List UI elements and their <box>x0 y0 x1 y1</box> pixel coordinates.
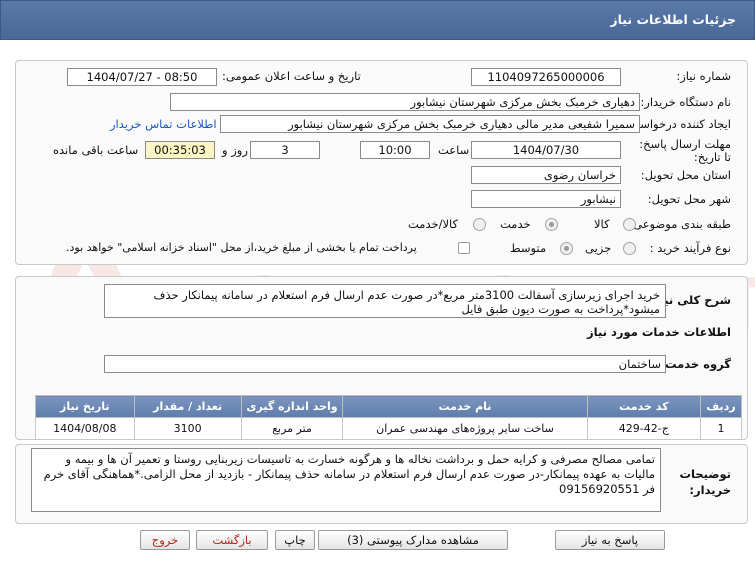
cell-service-code: ج-42-429 <box>586 417 702 440</box>
service-group-field: ساختمان <box>104 355 666 373</box>
buyer-org-field: دهیاری خرمبک بخش مرکزی شهرستان نیشابور <box>170 93 640 111</box>
province-field: خراسان رضوی <box>471 166 621 184</box>
requester-label: ایجاد کننده درخواست: <box>625 117 731 131</box>
exit-button[interactable]: خروج <box>140 530 190 550</box>
city-field: نیشابور <box>471 190 621 208</box>
print-button[interactable]: چاپ <box>275 530 315 550</box>
deadline-label: مهلت ارسال پاسخ: تا تاریخ: <box>639 137 731 164</box>
page-header: جزئیات اطلاعات نیاز <box>0 0 755 40</box>
table-row: 1 ج-42-429 ساخت سایر پروژه‌های مهندسی عم… <box>35 417 742 440</box>
deadline-date-field: 1404/07/30 <box>471 141 621 159</box>
category-option-goods: کالا <box>594 217 610 231</box>
cell-unit: متر مربع <box>240 417 344 440</box>
category-option-goods-service: کالا/خدمت <box>408 217 459 231</box>
province-label: استان محل تحویل: <box>640 168 731 182</box>
col-header-quantity: تعداد / مقدار <box>133 395 242 418</box>
service-group-label: گروه خدمت: <box>660 357 731 371</box>
services-table: ردیف کد خدمت نام خدمت واحد اندازه گیری ت… <box>35 395 742 440</box>
cell-need-date: 1404/08/08 <box>35 417 135 440</box>
general-description-box: خرید اجرای زیرسازی آسفالت 3100متر مربع*د… <box>104 284 666 318</box>
category-option-service: خدمت <box>500 217 531 231</box>
days-field: 3 <box>250 141 320 159</box>
need-number-label: شماره نیاز: <box>676 69 731 83</box>
process-option-medium: متوسط <box>510 241 547 255</box>
treasury-payment-note: پرداخت تمام یا بخشی از مبلغ خرید،از محل … <box>66 241 417 254</box>
category-radio-goods[interactable] <box>623 218 636 231</box>
need-number-field: 1104097265000006 <box>471 68 621 86</box>
col-header-row-no: ردیف <box>700 395 742 418</box>
buyer-contact-link[interactable]: اطلاعات تماس خریدار <box>110 117 217 131</box>
days-label: روز و <box>222 143 248 157</box>
announce-datetime-label: تاریخ و ساعت اعلان عمومی: <box>222 69 361 83</box>
process-option-minor: جزیی <box>585 241 612 255</box>
col-header-service-name: نام خدمت <box>342 395 588 418</box>
view-attachments-button[interactable]: مشاهده مدارک پیوستی (3) <box>318 530 508 550</box>
city-label: شهر محل تحویل: <box>647 192 731 206</box>
col-header-unit: واحد اندازه گیری <box>240 395 344 418</box>
deadline-time-field: 10:00 <box>360 141 430 159</box>
cell-quantity: 3100 <box>133 417 242 440</box>
back-button[interactable]: بازگشت <box>196 530 268 550</box>
remaining-time-field: 00:35:03 <box>145 141 215 159</box>
reply-button[interactable]: پاسخ به نیاز <box>555 530 665 550</box>
category-radio-service[interactable] <box>545 218 558 231</box>
category-radio-goods-service[interactable] <box>473 218 486 231</box>
remaining-label: ساعت باقی مانده <box>53 143 139 157</box>
treasury-payment-checkbox[interactable] <box>458 242 470 254</box>
buyer-notes-box: تمامی مصالح مصرفی و کرایه حمل و برداشت ن… <box>31 448 661 512</box>
page-title: جزئیات اطلاعات نیاز <box>610 12 736 27</box>
requester-field: سمیرا شفیعی مدیر مالی دهیاری خرمبک بخش م… <box>220 115 640 133</box>
cell-service-name: ساخت سایر پروژه‌های مهندسی عمران <box>342 417 588 440</box>
buyer-org-label: نام دستگاه خریدار: <box>640 95 731 109</box>
process-radio-minor[interactable] <box>623 242 636 255</box>
services-table-header-row: ردیف کد خدمت نام خدمت واحد اندازه گیری ت… <box>35 395 742 418</box>
col-header-service-code: کد خدمت <box>586 395 702 418</box>
deadline-time-label: ساعت <box>438 143 470 157</box>
category-label: طبقه بندی موضوعی: <box>629 217 731 231</box>
process-type-label: نوع فرآیند خرید : <box>649 241 731 255</box>
col-header-need-date: تاریخ نیاز <box>35 395 135 418</box>
services-info-title: اطلاعات خدمات مورد نیاز <box>587 325 731 339</box>
announce-datetime-field: 1404/07/27 - 08:50 <box>67 68 217 86</box>
cell-row-no: 1 <box>700 417 742 440</box>
process-radio-medium[interactable] <box>560 242 573 255</box>
buyer-notes-label: توضیحات خریدار: <box>679 467 732 497</box>
